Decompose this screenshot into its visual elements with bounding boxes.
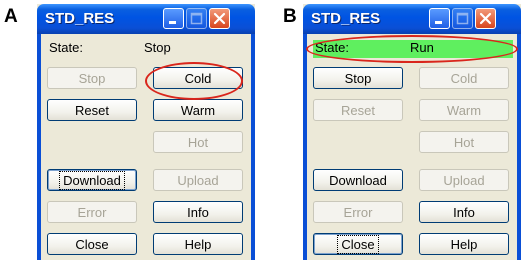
window-frame-right bbox=[251, 34, 255, 260]
error-button[interactable]: Error bbox=[47, 201, 137, 223]
window-frame-left bbox=[37, 34, 41, 260]
upload-button[interactable]: Upload bbox=[419, 169, 509, 191]
reset-button[interactable]: Reset bbox=[47, 99, 137, 121]
close-icon bbox=[479, 12, 492, 25]
hot-button[interactable]: Hot bbox=[419, 131, 509, 153]
stop-button-label: Stop bbox=[344, 70, 372, 86]
help-button[interactable]: Help bbox=[419, 233, 509, 255]
cold-button[interactable]: Cold bbox=[153, 67, 243, 89]
download-button[interactable]: Download bbox=[313, 169, 403, 191]
help-button-label: Help bbox=[184, 236, 212, 252]
maximize-icon bbox=[456, 12, 469, 25]
state-label: State: bbox=[315, 40, 349, 55]
reset-button-label: Reset bbox=[75, 102, 109, 118]
download-button-label: Download bbox=[329, 172, 387, 188]
download-button[interactable]: Download bbox=[47, 169, 137, 191]
hot-button-label: Hot bbox=[187, 134, 209, 150]
state-value: Stop bbox=[144, 40, 171, 55]
cold-button-label: Cold bbox=[184, 70, 212, 86]
panel-label-b: B bbox=[283, 6, 297, 27]
state-row: State: Stop bbox=[47, 40, 247, 58]
window-title: STD_RES bbox=[311, 10, 381, 27]
close-button[interactable]: Close bbox=[313, 233, 403, 255]
window-frame-left bbox=[303, 34, 307, 260]
maximize-button bbox=[452, 8, 473, 29]
download-button-label: Download bbox=[59, 170, 125, 190]
state-row: State: Run bbox=[313, 40, 513, 58]
maximize-button bbox=[186, 8, 207, 29]
close-window-button[interactable] bbox=[475, 8, 496, 29]
close-icon bbox=[213, 12, 226, 25]
state-label: State: bbox=[49, 40, 83, 55]
minimize-icon bbox=[435, 21, 442, 24]
warm-button[interactable]: Warm bbox=[153, 99, 243, 121]
warm-button[interactable]: Warm bbox=[419, 99, 509, 121]
window-title: STD_RES bbox=[45, 10, 115, 27]
hot-button[interactable]: Hot bbox=[153, 131, 243, 153]
close-button[interactable]: Close bbox=[47, 233, 137, 255]
minimize-button[interactable] bbox=[163, 8, 184, 29]
upload-button-label: Upload bbox=[177, 172, 219, 188]
close-button-label: Close bbox=[75, 236, 109, 252]
state-value: Run bbox=[410, 40, 434, 55]
title-bar: STD_RES bbox=[37, 4, 255, 34]
warm-button-label: Warm bbox=[446, 102, 482, 118]
window-frame-right bbox=[517, 34, 521, 260]
warm-button-label: Warm bbox=[180, 102, 216, 118]
minimize-icon bbox=[169, 21, 176, 24]
std-res-window-a: STD_RES State: Stop Stop Cold Reset Warm… bbox=[37, 4, 255, 260]
panel-label-a: A bbox=[4, 6, 18, 27]
help-button[interactable]: Help bbox=[153, 233, 243, 255]
cold-button-label: Cold bbox=[450, 70, 478, 86]
reset-button-label: Reset bbox=[341, 102, 375, 118]
info-button-label: Info bbox=[453, 204, 475, 220]
upload-button-label: Upload bbox=[443, 172, 485, 188]
stop-button[interactable]: Stop bbox=[313, 67, 403, 89]
cold-button[interactable]: Cold bbox=[419, 67, 509, 89]
info-button[interactable]: Info bbox=[419, 201, 509, 223]
error-button-label: Error bbox=[77, 204, 107, 220]
error-button-label: Error bbox=[343, 204, 373, 220]
title-bar: STD_RES bbox=[303, 4, 521, 34]
info-button-label: Info bbox=[187, 204, 209, 220]
std-res-window-b: STD_RES State: Run Stop Cold Reset Warm … bbox=[303, 4, 521, 260]
hot-button-label: Hot bbox=[453, 134, 475, 150]
stop-button[interactable]: Stop bbox=[47, 67, 137, 89]
reset-button[interactable]: Reset bbox=[313, 99, 403, 121]
stop-button-label: Stop bbox=[78, 70, 106, 86]
upload-button[interactable]: Upload bbox=[153, 169, 243, 191]
close-window-button[interactable] bbox=[209, 8, 230, 29]
info-button[interactable]: Info bbox=[153, 201, 243, 223]
minimize-button[interactable] bbox=[429, 8, 450, 29]
close-button-label: Close bbox=[337, 234, 379, 254]
error-button[interactable]: Error bbox=[313, 201, 403, 223]
help-button-label: Help bbox=[450, 236, 478, 252]
maximize-icon bbox=[190, 12, 203, 25]
